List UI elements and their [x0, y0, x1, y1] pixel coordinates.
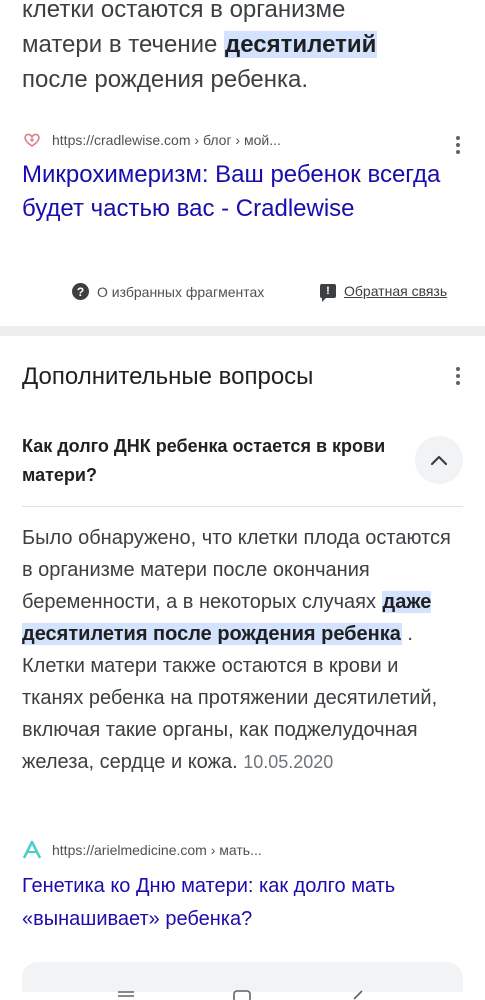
related-answer: Было обнаружено, что клетки плода остают…: [22, 522, 462, 778]
snippet-highlight: десятилетий: [224, 31, 378, 58]
snippet-footer: ? О избранных фрагментах ! Обратная связ…: [0, 283, 485, 305]
result-2-source[interactable]: https://arielmedicine.com › мать...: [22, 840, 262, 860]
feedback-label: Обратная связь: [344, 283, 448, 299]
about-snippets-label: О избранных фрагментах: [97, 283, 265, 300]
featured-snippet-text: клетки остаются в организме матери в теч…: [22, 0, 462, 97]
question-divider: [22, 506, 463, 507]
system-nav-bar: [0, 985, 485, 1000]
feedback-button[interactable]: ! Обратная связь: [320, 283, 448, 302]
recent-apps-icon[interactable]: [116, 990, 136, 1000]
answer-date: 10.05.2020: [243, 752, 334, 772]
related-more-options-icon[interactable]: [455, 367, 461, 385]
more-options-icon[interactable]: [455, 136, 461, 154]
related-question-text[interactable]: Как долго ДНК ребенка остается в крови м…: [22, 432, 402, 490]
heart-favicon-icon: [22, 130, 42, 150]
section-divider: [0, 326, 485, 336]
result-1-source[interactable]: https://cradlewise.com › блог › мой...: [22, 130, 281, 150]
result-1-url: https://cradlewise.com › блог › мой...: [52, 132, 281, 148]
feedback-icon: !: [320, 284, 336, 302]
related-questions-title: Дополнительные вопросы: [22, 363, 314, 390]
help-icon: ?: [72, 283, 89, 300]
answer-text-post: . Клетки матери также остаются в крови и…: [22, 623, 438, 773]
snippet-line-2: матери в течение десятилетий: [22, 27, 462, 62]
result-2-title-link[interactable]: Генетика ко Дню матери: как долго мать «…: [22, 870, 452, 936]
snippet-line-2-text: матери в течение: [22, 31, 225, 58]
home-icon[interactable]: [232, 990, 252, 1000]
collapse-question-button[interactable]: [415, 436, 463, 484]
result-1-title-link[interactable]: Микрохимеризм: Ваш ребенок всегда будет …: [22, 158, 442, 226]
snippet-line-3: после рождения ребенка.: [22, 66, 309, 93]
about-snippets-button[interactable]: ? О избранных фрагментах: [72, 283, 264, 300]
arielmedicine-favicon-icon: [22, 840, 42, 860]
chevron-up-icon: [430, 455, 448, 466]
result-2-url: https://arielmedicine.com › мать...: [52, 842, 262, 858]
back-icon[interactable]: [348, 990, 368, 1000]
snippet-line-1: клетки остаются в организме: [22, 0, 346, 23]
